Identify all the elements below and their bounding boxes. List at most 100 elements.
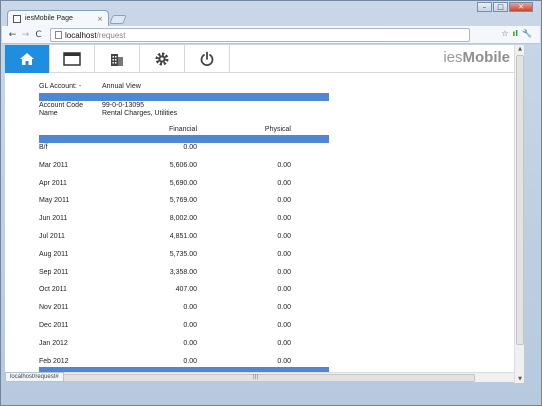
physical-value: 0.00 bbox=[277, 161, 291, 169]
browser-window: – □ ✕ iesMobile Page × ← → C localhost/r… bbox=[0, 0, 542, 406]
new-tab-button[interactable] bbox=[109, 15, 127, 24]
building-icon bbox=[111, 54, 123, 66]
browser-tab[interactable]: iesMobile Page × bbox=[7, 10, 109, 26]
horizontal-scrollbar[interactable] bbox=[5, 372, 514, 382]
name-label: Name bbox=[39, 110, 58, 117]
home-icon bbox=[20, 53, 34, 65]
page-favicon-icon bbox=[13, 14, 21, 23]
tab-title: iesMobile Page bbox=[25, 15, 73, 22]
brand-bold: Mobile bbox=[462, 49, 511, 66]
period-label: Jun 2011 bbox=[39, 215, 68, 223]
view-title: Annual View bbox=[102, 83, 141, 90]
bookmark-star-icon[interactable]: ☆ bbox=[501, 29, 508, 38]
period-label: Feb 2012 bbox=[39, 357, 69, 365]
minimize-button[interactable]: – bbox=[477, 2, 492, 12]
table-row: Sep 2011 3,358.00 0.00 bbox=[39, 269, 329, 287]
horizontal-scroll-thumb[interactable] bbox=[15, 374, 475, 382]
gl-account-label: GL Account: - bbox=[39, 83, 82, 90]
financial-value: 5,690.00 bbox=[169, 179, 197, 187]
physical-value: 0.00 bbox=[277, 321, 291, 329]
physical-value: 0.00 bbox=[277, 286, 291, 294]
toolbar-icons: ☆ ıl 🔧 bbox=[501, 29, 532, 38]
gear-icon bbox=[155, 52, 169, 66]
tab-close-icon[interactable]: × bbox=[97, 15, 103, 23]
period-label: Jan 2012 bbox=[39, 339, 68, 347]
browser-toolbar: ← → C localhost/request ☆ ıl 🔧 bbox=[2, 26, 540, 44]
period-label: Dec 2011 bbox=[39, 321, 69, 329]
financial-value: 4,851.00 bbox=[169, 232, 197, 240]
gl-account-report: GL Account: - Annual View Account Code 9… bbox=[39, 83, 329, 372]
physical-value: 0.00 bbox=[277, 232, 291, 240]
window-controls: – □ ✕ bbox=[476, 2, 533, 12]
vertical-scroll-thumb[interactable] bbox=[516, 55, 524, 345]
period-rows: B/f 0.00 Mar 2011 5,606.00 0.00 Apr 2011 5,690… bbox=[39, 144, 329, 372]
status-url-bubble: localhost/request# bbox=[5, 372, 64, 382]
scroll-up-arrow-icon[interactable]: ▲ bbox=[515, 46, 525, 52]
window-icon bbox=[63, 52, 81, 66]
period-label: Apr 2011 bbox=[39, 179, 67, 187]
table-row: Oct 2011 407.00 0.00 bbox=[39, 286, 329, 304]
table-row: Jul 2011 4,851.00 0.00 bbox=[39, 233, 329, 251]
financial-value: 0.00 bbox=[183, 144, 197, 151]
table-row: May 2011 5,769.00 0.00 bbox=[39, 197, 329, 215]
financial-header: Financial bbox=[168, 126, 197, 133]
table-row: Mar 2011 5,606.00 0.00 bbox=[39, 162, 329, 180]
account-code-label: Account Code bbox=[39, 102, 83, 109]
table-row: Jun 2011 8,002.00 0.00 bbox=[39, 215, 329, 233]
wrench-icon[interactable]: 🔧 bbox=[522, 29, 532, 38]
account-code-value: 99-0-0-13095 bbox=[102, 102, 145, 109]
table-row: Jan 2012 0.00 0.00 bbox=[39, 340, 329, 358]
url-host: localhost bbox=[65, 30, 97, 40]
url-path: /request bbox=[96, 30, 126, 40]
financial-value: 407.00 bbox=[175, 286, 197, 294]
financial-value: 5,769.00 bbox=[169, 197, 197, 205]
nav-window[interactable] bbox=[50, 45, 95, 73]
column-header-band bbox=[39, 135, 329, 143]
scroll-grip-icon: ||| bbox=[253, 374, 259, 380]
financial-value: 3,358.00 bbox=[169, 268, 197, 276]
table-row: Dec 2011 0.00 0.00 bbox=[39, 322, 329, 340]
physical-value: 0.00 bbox=[277, 357, 291, 365]
financial-value: 8,002.00 bbox=[169, 215, 197, 223]
period-label: Jul 2011 bbox=[39, 232, 65, 240]
period-label: Mar 2011 bbox=[39, 161, 69, 169]
financial-value: 5,735.00 bbox=[169, 250, 197, 258]
physical-value: 0.00 bbox=[277, 304, 291, 312]
period-label: Sep 2011 bbox=[39, 268, 69, 276]
nav-power[interactable] bbox=[185, 45, 230, 73]
financial-value: 0.00 bbox=[183, 304, 197, 312]
forward-button[interactable]: → bbox=[19, 30, 32, 40]
gl-account-row: GL Account: - Annual View bbox=[39, 83, 329, 91]
physical-value: 0.00 bbox=[277, 179, 291, 187]
physical-value: 0.00 bbox=[277, 268, 291, 276]
close-window-button[interactable]: ✕ bbox=[509, 2, 533, 12]
address-bar[interactable]: localhost/request bbox=[50, 28, 470, 42]
signal-icon[interactable]: ıl bbox=[513, 29, 518, 38]
nav-settings[interactable] bbox=[140, 45, 185, 73]
reload-button[interactable]: C bbox=[32, 30, 45, 40]
header-band bbox=[39, 93, 329, 101]
nav-building[interactable] bbox=[95, 45, 140, 73]
period-label: Nov 2011 bbox=[39, 304, 69, 312]
physical-value: 0.00 bbox=[277, 215, 291, 223]
table-row: Aug 2011 5,735.00 0.00 bbox=[39, 251, 329, 269]
scroll-down-arrow-icon[interactable]: ▼ bbox=[515, 376, 525, 382]
period-label: B/f bbox=[39, 144, 48, 151]
app-nav-bar: iesMobile bbox=[5, 45, 514, 73]
account-code-row: Account Code 99-0-0-13095 bbox=[39, 102, 329, 110]
table-row: B/f 0.00 bbox=[39, 144, 329, 162]
physical-value: 0.00 bbox=[277, 339, 291, 347]
period-label: Oct 2011 bbox=[39, 286, 67, 294]
period-label: Aug 2011 bbox=[39, 250, 69, 258]
physical-value: 0.00 bbox=[277, 197, 291, 205]
nav-home[interactable] bbox=[5, 45, 50, 73]
physical-header: Physical bbox=[264, 126, 291, 133]
brand-logo: iesMobile bbox=[443, 49, 510, 66]
period-label: May 2011 bbox=[39, 197, 70, 205]
maximize-button[interactable]: □ bbox=[493, 2, 508, 12]
back-button[interactable]: ← bbox=[6, 30, 19, 40]
page-icon bbox=[55, 31, 62, 39]
vertical-scrollbar[interactable]: ▲ ▼ bbox=[514, 45, 524, 383]
name-row: Name Rental Charges, Utilities bbox=[39, 110, 329, 118]
table-row: Nov 2011 0.00 0.00 bbox=[39, 304, 329, 322]
